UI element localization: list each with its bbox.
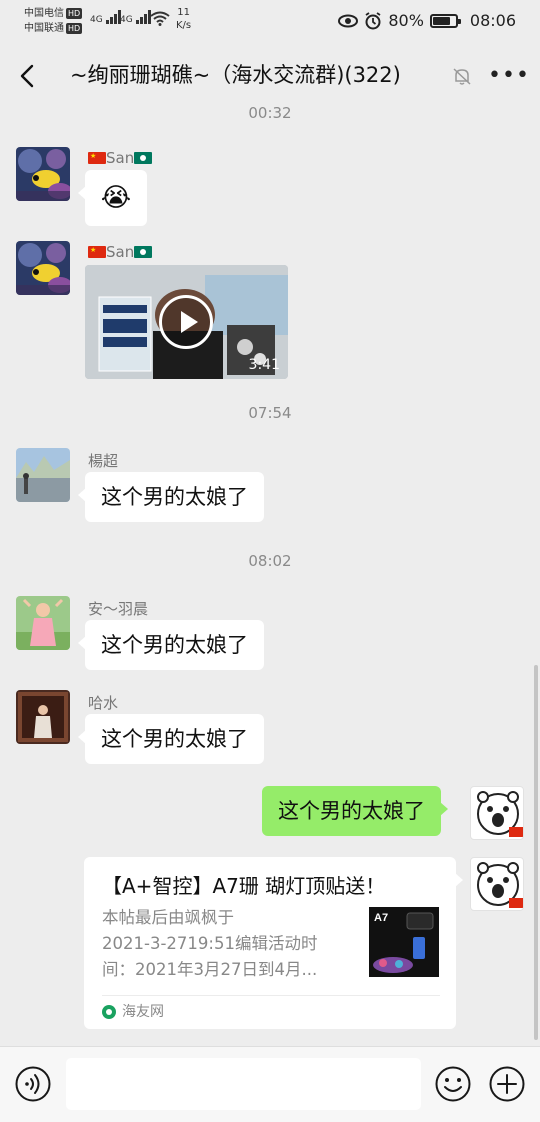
more-options-icon[interactable]: ••• bbox=[488, 65, 530, 87]
sender-name: San bbox=[88, 149, 153, 167]
hd-badge-2: HD bbox=[66, 23, 83, 34]
muted-bell-icon bbox=[453, 68, 471, 85]
net-speed-value: 11 bbox=[177, 7, 190, 18]
avatar[interactable] bbox=[16, 448, 70, 502]
carrier-1: 中国电信 bbox=[24, 8, 64, 19]
sender-name-text: San bbox=[106, 149, 135, 167]
carrier-2: 中国联通 bbox=[24, 23, 64, 34]
chat-header: ~绚丽珊瑚礁~（海水交流群)(322) ••• bbox=[0, 46, 540, 106]
avatar[interactable] bbox=[16, 690, 70, 744]
voice-icon[interactable] bbox=[14, 1065, 52, 1103]
hd-badge-1: HD bbox=[66, 8, 83, 19]
source-logo-icon bbox=[102, 1005, 116, 1019]
message-input[interactable] bbox=[66, 1058, 421, 1110]
sender-name-text: San bbox=[106, 243, 135, 261]
timestamp: 00:32 bbox=[248, 104, 292, 122]
wifi-icon bbox=[150, 11, 170, 29]
article-description: 本帖最后由飒枫于 2021-3-2719:51编辑活动时 间：2021年3月27… bbox=[102, 905, 350, 983]
text-message[interactable]: 这个男的太娘了 bbox=[78, 714, 264, 764]
sender-name: 哈水 bbox=[88, 694, 119, 712]
status-bar: 中国电信 HD 中国联通 HD 4G 4G 11 K/s 80% 08:06 bbox=[0, 0, 540, 42]
china-flag-icon bbox=[88, 246, 106, 258]
input-bar bbox=[0, 1046, 540, 1122]
carrier-info: 中国电信 HD 中国联通 HD bbox=[24, 6, 83, 36]
sender-name: San bbox=[88, 243, 153, 261]
chat-messages[interactable]: 00:32 San 😭 San 3:41 07:54 bbox=[0, 100, 540, 1044]
net-speed-unit: K/s bbox=[176, 20, 192, 31]
eye-icon bbox=[338, 14, 359, 27]
my-text-message[interactable]: 这个男的太娘了 bbox=[262, 786, 448, 836]
crying-laugh-emoji-icon: 😭 bbox=[100, 183, 132, 213]
video-message[interactable]: 3:41 bbox=[85, 265, 288, 379]
signal-type-1: 4G bbox=[90, 15, 103, 25]
avatar[interactable] bbox=[16, 147, 70, 201]
article-desc-line: 间：2021年3月27日到4月... bbox=[102, 960, 318, 979]
timestamp: 07:54 bbox=[248, 404, 292, 422]
alarm-icon bbox=[365, 11, 381, 29]
thumbnail-label: A7 bbox=[374, 912, 388, 924]
signal-icon-1: 4G bbox=[90, 10, 122, 25]
back-arrow-icon[interactable] bbox=[16, 60, 42, 92]
sender-name: 楊超 bbox=[88, 452, 119, 470]
net-speed: 11 K/s bbox=[176, 6, 191, 32]
china-flag-icon bbox=[88, 152, 106, 164]
battery-fill bbox=[432, 16, 451, 25]
article-source: 海友网 bbox=[102, 1002, 164, 1022]
shared-article-card[interactable]: 【A+智控】A7珊 瑚灯顶贴送！ 本帖最后由飒枫于 2021-3-2719:51… bbox=[84, 857, 463, 1029]
text-message[interactable]: 这个男的太娘了 bbox=[78, 620, 264, 670]
scrollbar[interactable] bbox=[534, 665, 538, 1040]
macau-flag-icon bbox=[134, 246, 153, 258]
macau-flag-icon bbox=[134, 152, 153, 164]
article-thumbnail: A7 bbox=[369, 907, 439, 977]
status-right: 80% 08:06 bbox=[338, 11, 516, 30]
timestamp: 08:02 bbox=[248, 552, 292, 570]
source-name: 海友网 bbox=[122, 1004, 164, 1020]
article-desc-line: 2021-3-2719:51编辑活动时 bbox=[102, 934, 318, 953]
chat-title: ~绚丽珊瑚礁~（海水交流群)(322) bbox=[70, 63, 401, 87]
play-icon[interactable] bbox=[159, 295, 213, 349]
article-title: 【A+智控】A7珊 瑚灯顶贴送！ bbox=[102, 874, 386, 898]
video-duration: 3:41 bbox=[248, 357, 280, 373]
my-avatar[interactable] bbox=[470, 857, 524, 911]
my-avatar[interactable] bbox=[470, 786, 524, 840]
avatar[interactable] bbox=[16, 241, 70, 295]
battery-icon bbox=[429, 13, 461, 28]
emoji-icon[interactable] bbox=[434, 1065, 472, 1103]
avatar[interactable] bbox=[16, 596, 70, 650]
card-divider bbox=[102, 995, 440, 996]
clock: 08:06 bbox=[469, 11, 516, 30]
article-desc-line: 本帖最后由飒枫于 bbox=[102, 908, 234, 927]
sender-name: 安～羽晨 bbox=[88, 600, 149, 618]
battery-percent: 80% bbox=[388, 11, 424, 30]
signal-icon-2: 4G bbox=[120, 10, 152, 25]
signal-type-2: 4G bbox=[120, 15, 133, 25]
emoji-message[interactable]: 😭 bbox=[78, 170, 147, 226]
text-message[interactable]: 这个男的太娘了 bbox=[78, 472, 264, 522]
plus-icon[interactable] bbox=[488, 1065, 526, 1103]
